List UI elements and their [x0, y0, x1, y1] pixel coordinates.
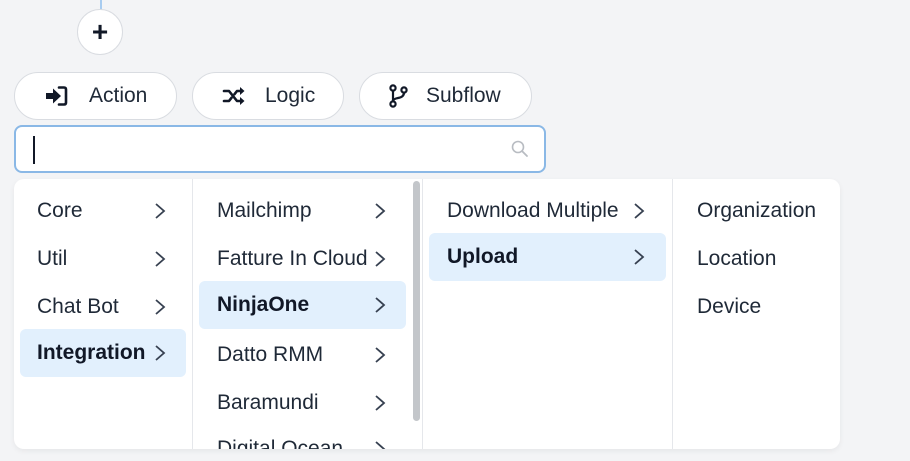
menu-column-upload: Organization Location Device [672, 179, 840, 449]
action-button[interactable]: Action [14, 72, 177, 120]
chevron-right-icon [374, 249, 386, 269]
chevron-right-icon [374, 201, 386, 221]
menu-item-label: NinjaOne [217, 293, 310, 316]
sign-in-arrow-icon [43, 83, 69, 109]
menu-column-categories: Core Util Chat Bot Integration [14, 179, 193, 449]
menu-item-label: Datto RMM [217, 343, 324, 366]
menu-item-label: Mailchimp [217, 199, 312, 222]
menu-item-digital-ocean[interactable]: Digital Ocean [199, 425, 406, 449]
menu-column-ninjaone: Download Multiple Upload [422, 179, 673, 449]
chevron-right-icon [154, 343, 166, 363]
menu-item-label: Integration [37, 341, 146, 364]
chevron-right-icon [154, 201, 166, 221]
menu-item-label: Digital Ocean [217, 437, 344, 449]
chevron-right-icon [374, 295, 386, 315]
menu-item-label: Chat Bot [37, 295, 119, 318]
menu-column-integrations: Mailchimp Fatture In Cloud NinjaOne Datt… [192, 179, 423, 449]
menu-item-core[interactable]: Core [20, 187, 186, 235]
menu-item-label: Download Multiple [447, 199, 619, 222]
menu-item-label: Baramundi [217, 391, 319, 414]
menu-item-label: Upload [447, 245, 519, 268]
add-step-button[interactable]: + [77, 9, 123, 55]
menu-item-baramundi[interactable]: Baramundi [199, 379, 406, 427]
menu-item-location[interactable]: Location [679, 235, 834, 283]
menu-item-label: Organization [697, 199, 817, 222]
menu-item-datto-rmm[interactable]: Datto RMM [199, 331, 406, 379]
menu-item-organization[interactable]: Organization [679, 187, 834, 235]
menu-item-fatture-in-cloud[interactable]: Fatture In Cloud [199, 235, 406, 283]
subflow-button[interactable]: Subflow [359, 72, 532, 120]
menu-item-label: Util [37, 247, 68, 270]
chevron-right-icon [374, 345, 386, 365]
menu-item-label: Location [697, 247, 777, 270]
search-input[interactable] [30, 133, 500, 165]
chevron-right-icon [154, 297, 166, 317]
menu-item-integration[interactable]: Integration [20, 329, 186, 377]
menu-item-upload[interactable]: Upload [429, 233, 666, 281]
menu-scrollbar-thumb[interactable] [413, 181, 420, 421]
menu-item-mailchimp[interactable]: Mailchimp [199, 187, 406, 235]
shuffle-icon [221, 83, 247, 109]
search-box [14, 125, 546, 173]
menu-item-label: Device [697, 295, 762, 318]
chevron-right-icon [154, 249, 166, 269]
menu-item-device[interactable]: Device [679, 283, 834, 331]
node-type-menu: Core Util Chat Bot Integration Mailchimp… [14, 179, 840, 449]
text-cursor [33, 136, 35, 164]
search-icon[interactable] [510, 139, 530, 159]
menu-item-label: Core [37, 199, 83, 222]
chevron-right-icon [374, 393, 386, 413]
logic-button-label: Logic [265, 84, 316, 107]
subflow-button-label: Subflow [426, 84, 501, 107]
chevron-right-icon [633, 247, 645, 267]
chevron-right-icon [633, 201, 645, 221]
menu-item-label: Fatture In Cloud [217, 247, 368, 270]
menu-item-util[interactable]: Util [20, 235, 186, 283]
menu-item-download-multiple[interactable]: Download Multiple [429, 187, 666, 235]
menu-item-chat-bot[interactable]: Chat Bot [20, 283, 186, 331]
action-button-label: Action [89, 84, 148, 107]
chevron-right-icon [374, 439, 386, 449]
logic-button[interactable]: Logic [192, 72, 344, 120]
code-branch-icon [386, 83, 412, 109]
menu-item-ninjaone[interactable]: NinjaOne [199, 281, 406, 329]
